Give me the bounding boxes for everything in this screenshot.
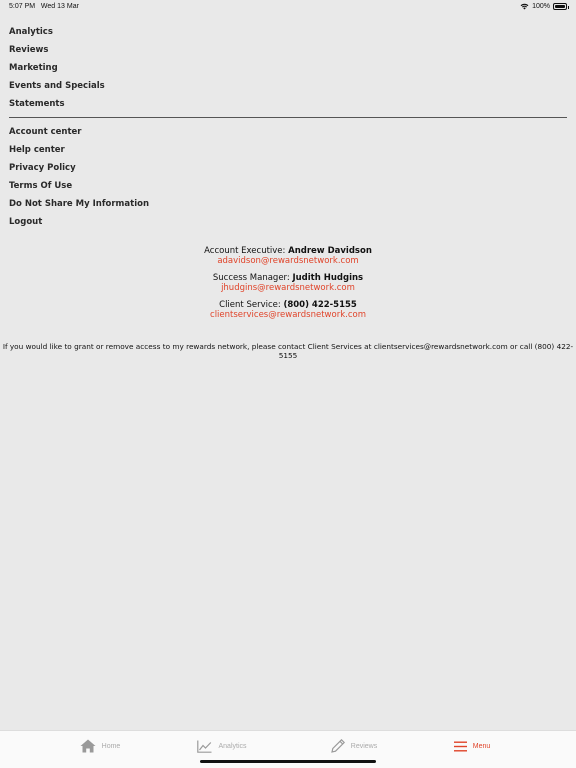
menu-item-privacy-policy[interactable]: Privacy Policy [9,159,569,177]
battery-icon [553,3,569,10]
contacts-section: Account Executive: Andrew Davidson adavi… [0,246,576,328]
wifi-icon [520,3,529,10]
menu-item-analytics[interactable]: Analytics [9,23,569,41]
contact-name: Judith Hudgins [292,273,364,283]
status-time: 5:07 PM [9,3,36,10]
status-bar: 5:07 PM Wed 13 Mar 100% [0,0,576,14]
contact-role: Account Executive: [204,246,286,256]
contact-role: Client Service: [219,300,281,310]
tab-label: Menu [472,742,491,750]
contact-name: Andrew Davidson [288,246,372,256]
menu-item-terms-of-use[interactable]: Terms Of Use [9,177,569,195]
contact-role: Success Manager: [212,273,290,283]
battery-percent: 100% [532,3,550,10]
home-icon [80,739,96,753]
status-date: Wed 13 Mar [40,3,79,10]
contact-email-link[interactable]: adavidson@rewardsnetwork.com [0,256,576,267]
menu-item-reviews[interactable]: Reviews [9,41,569,59]
menu-item-marketing[interactable]: Marketing [9,59,569,77]
primary-menu: Analytics Reviews Marketing Events and S… [9,23,569,113]
menu-item-statements[interactable]: Statements [9,95,569,113]
tab-menu[interactable]: Menu [400,731,544,761]
tab-label: Reviews [350,742,378,750]
menu-item-events-and-specials[interactable]: Events and Specials [9,77,569,95]
chart-icon [197,740,212,753]
tab-label: Analytics [218,742,247,750]
secondary-menu: Account center Help center Privacy Polic… [9,123,569,231]
pencil-icon [330,739,345,753]
home-indicator [200,760,376,763]
menu-item-do-not-share[interactable]: Do Not Share My Information [9,195,569,213]
tab-analytics[interactable]: Analytics [150,731,294,761]
success-manager-contact: Success Manager: Judith Hudgins jhudgins… [0,273,576,294]
contact-phone[interactable]: (800) 422-5155 [283,300,356,310]
contact-email-link[interactable]: jhudgins@rewardsnetwork.com [0,283,576,294]
tab-label: Home [101,742,121,750]
hamburger-icon [453,741,467,751]
client-service-contact: Client Service: (800) 422-5155 clientser… [0,300,576,321]
access-notice: If you would like to grant or remove acc… [2,342,574,360]
menu-item-help-center[interactable]: Help center [9,141,569,159]
contact-email-link[interactable]: clientservices@rewardsnetwork.com [0,310,576,321]
menu-item-account-center[interactable]: Account center [9,123,569,141]
account-executive-contact: Account Executive: Andrew Davidson adavi… [0,246,576,267]
menu-divider [9,117,567,118]
menu-item-logout[interactable]: Logout [9,213,569,231]
